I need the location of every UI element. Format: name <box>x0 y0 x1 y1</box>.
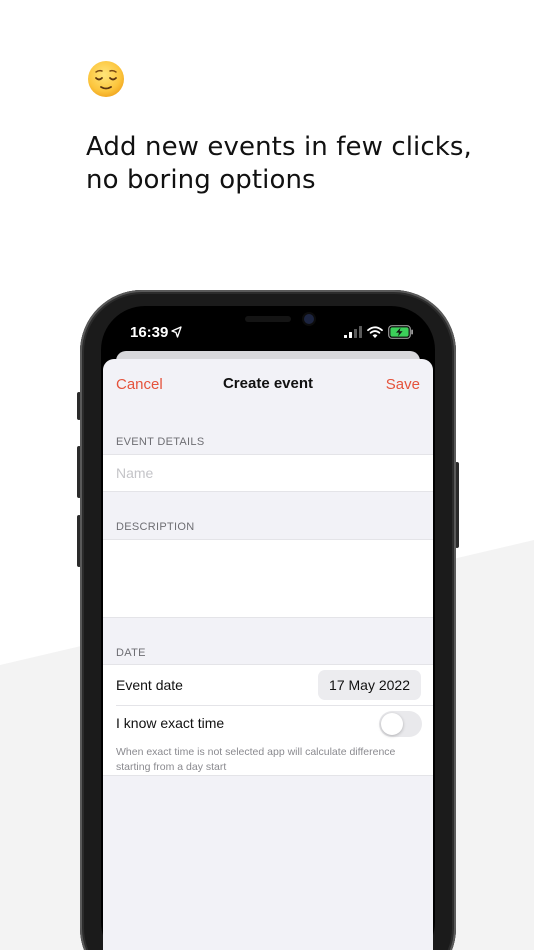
sheet-title: Create event <box>222 375 314 392</box>
row-divider <box>116 705 433 706</box>
create-event-sheet: Cancel Create event Save EVENT DETAILS N… <box>103 359 433 950</box>
exact-time-label: I know exact time <box>116 715 225 731</box>
location-arrow-icon <box>171 326 182 338</box>
exact-time-hint: When exact time is not selected app will… <box>116 746 396 773</box>
headline: Add new events in few clicks, no boring … <box>86 131 506 197</box>
battery-charging-icon <box>388 325 413 339</box>
section-header-event-details: EVENT DETAILS <box>116 436 205 448</box>
exact-time-toggle[interactable] <box>379 711 422 737</box>
event-date-picker[interactable]: 17 May 2022 <box>318 670 421 700</box>
date-group: Event date 17 May 2022 I know exact time… <box>103 664 433 776</box>
event-date-label: Event date <box>116 677 183 693</box>
cellular-signal-icon <box>344 326 362 338</box>
wifi-icon <box>367 326 383 338</box>
headline-line-1: Add new events in few clicks, <box>86 132 472 162</box>
name-field[interactable]: Name <box>103 454 433 492</box>
section-header-description: DESCRIPTION <box>116 521 195 533</box>
phone-camera <box>304 314 314 324</box>
name-placeholder: Name <box>116 465 154 481</box>
headline-line-2: no boring options <box>86 165 316 195</box>
phone-speaker <box>245 316 291 322</box>
description-field[interactable] <box>103 539 433 618</box>
relieved-face-icon <box>88 61 124 97</box>
status-time: 16:39 <box>130 324 169 341</box>
toggle-knob <box>381 713 403 735</box>
save-button[interactable]: Save <box>386 376 420 393</box>
section-header-date: DATE <box>116 647 146 659</box>
